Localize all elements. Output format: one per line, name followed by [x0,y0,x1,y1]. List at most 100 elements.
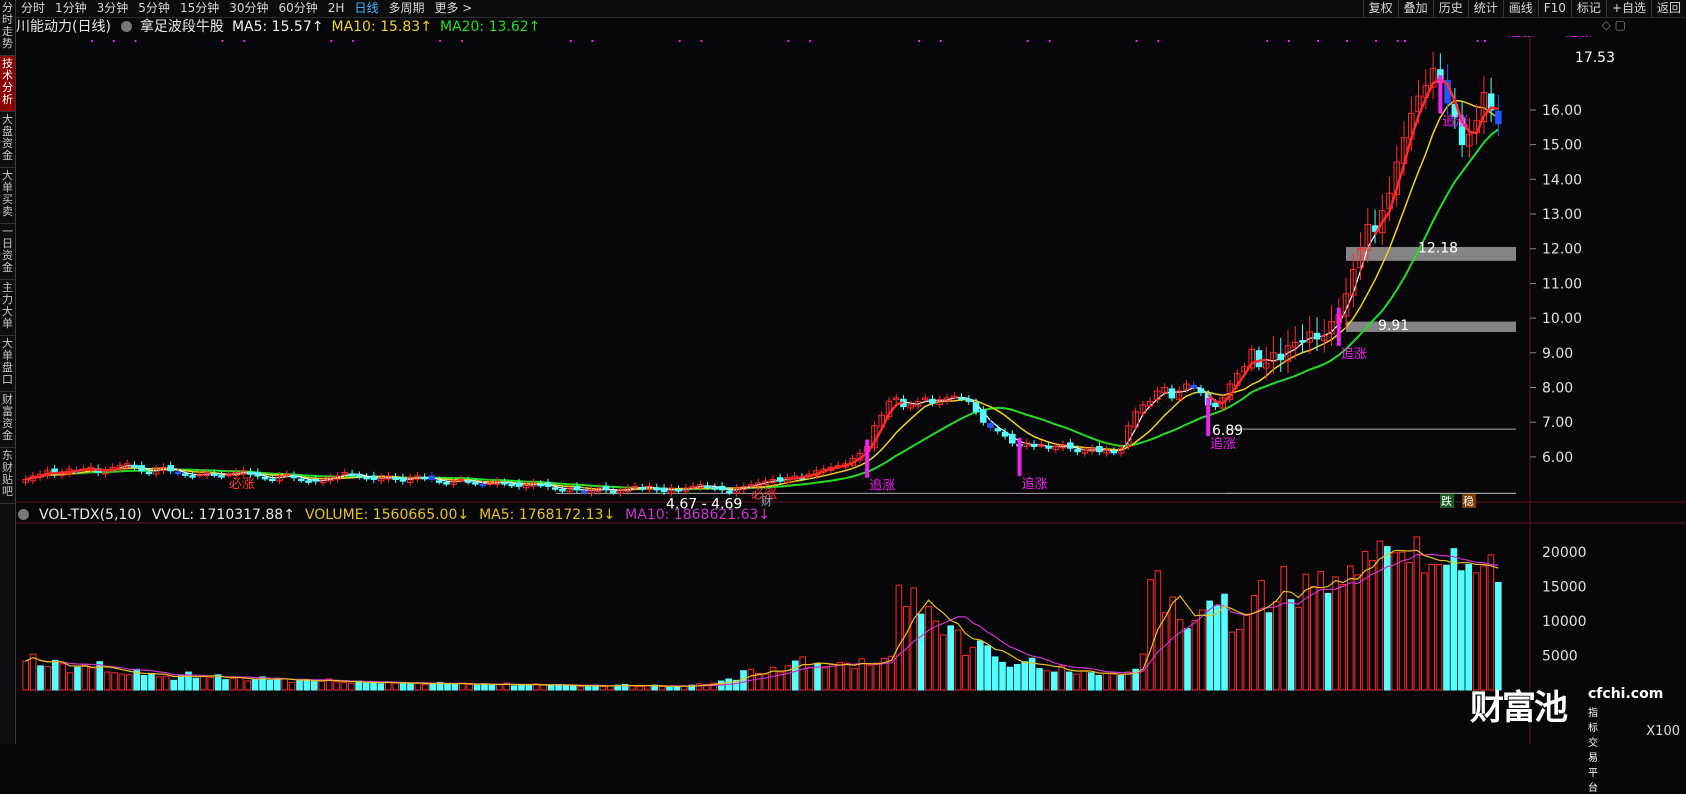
timeframe-10[interactable]: 更多 > [429,0,477,17]
volume-bar [939,634,947,691]
candle-body [602,485,610,491]
watermark-site: cfchi.com [1588,686,1664,702]
volume-bar [37,665,44,691]
volume-tick-label: 20000 [1542,545,1587,561]
candle-body [312,478,320,482]
timeframe-4[interactable]: 15分钟 [175,0,224,17]
price-tick-label: 13.00 [1542,207,1582,223]
timeframe-3[interactable]: 5分钟 [133,0,175,17]
sidebar-tab-7[interactable]: 财富资金 [0,392,15,448]
volume-bar [495,683,503,691]
signal-dot [1317,40,1319,42]
price-tick-label: 15.00 [1542,138,1582,154]
signal-dot [460,40,463,42]
sidebar-tab-6[interactable]: 大单盘口 [0,336,15,392]
volume-bar [1213,605,1221,691]
candle-body [1277,353,1284,361]
signal-dot [1396,40,1399,42]
price-tick-label: 12.00 [1542,242,1582,258]
volume-bar [333,681,340,691]
timeframe-9[interactable]: 多周期 [383,0,429,17]
volume-bar [799,656,807,691]
volume-bar [451,683,459,691]
signal-dot [1266,40,1269,42]
volume-bar [222,679,229,691]
candle-body [254,472,262,477]
signal-dot [1157,40,1160,42]
tool-1[interactable]: 叠加 [1397,0,1433,17]
price-tick-label: 7.00 [1542,415,1573,431]
volume-bar [29,653,37,691]
tool-4[interactable]: 画线 [1502,0,1538,17]
volume-bar [673,686,681,691]
signal-label: 追涨 [1566,36,1592,40]
timeframe-6[interactable]: 60分钟 [274,0,323,17]
tool-8[interactable]: 返回 [1650,0,1686,17]
volume-bar [895,584,903,691]
volume-bar [1021,661,1029,691]
sidebar-tab-2[interactable]: 大盘资金 [0,112,15,168]
volume-bar [429,683,437,691]
signal-label: 追涨 [1442,113,1468,129]
tool-0[interactable]: 复权 [1362,0,1398,17]
indicator-toggle-icon[interactable] [120,21,132,32]
tool-5[interactable]: F10 [1537,0,1571,17]
tool-2[interactable]: 历史 [1432,0,1468,17]
volume-bar [266,679,274,691]
volume-bar [347,682,355,691]
window-icon[interactable]: ▢ [1615,18,1626,32]
volume-bar [1250,595,1258,691]
sidebar-tab-0[interactable]: 分时走势 [0,0,15,56]
candle-body [472,482,479,485]
volume-bar [762,673,770,691]
tool-3[interactable]: 统计 [1467,0,1503,17]
candle-body [167,465,174,472]
timeframe-7[interactable]: 2H [323,0,350,17]
candle-body [980,409,987,423]
diamond-icon[interactable]: ◇ [1602,18,1611,32]
price-tick-label: 16.00 [1542,103,1582,119]
volume-bar [1073,673,1080,691]
timeframe-8[interactable]: 日线 [349,0,383,17]
signal-dot [809,40,812,42]
timeframe-2[interactable]: 3分钟 [92,0,134,17]
volume-bar [666,686,673,691]
volume-bar [192,677,200,691]
volume-bar [1095,675,1103,691]
volume-bar [636,686,644,691]
candle-body [479,483,486,487]
signal-label: 追涨 [869,478,895,494]
sidebar-tab-4[interactable]: 一日资金 [0,224,15,280]
signal-label: 追涨 [1508,36,1534,40]
candle-body [131,464,138,468]
volume-tick-label: 10000 [1542,614,1587,630]
price-volume-chart[interactable]: 6.00 7.00 8.00 9.00 10.00 11.00 12.00 13.00 14.0… [16,36,1686,744]
signal-dot [700,40,703,42]
volume-bar [1117,675,1125,691]
indicator-name[interactable]: 拿足波段牛股 [140,19,224,35]
candle-body [1495,110,1502,125]
sidebar-tab-1[interactable]: 技术分析 [0,56,15,112]
candle-body [610,490,617,494]
tool-6[interactable]: 标记 [1570,0,1606,17]
volume-unit-label: X100 [1646,724,1680,739]
signal-dot [678,40,681,42]
sidebar-tab-5[interactable]: 主力大单 [0,280,15,336]
candle-body [1067,442,1074,449]
volume-bar [340,681,348,691]
sidebar-tab-3[interactable]: 大单买卖 [0,168,15,224]
sidebar-tab-8[interactable]: 东财贴吧 [0,448,15,504]
candle-body [1045,445,1052,449]
timeframe-5[interactable]: 30分钟 [224,0,273,17]
volume-bar [466,683,474,691]
tool-7[interactable]: +自选 [1605,0,1651,17]
volume-bar [244,680,252,691]
volume-bar [1184,628,1191,691]
volume-bar [1265,612,1273,691]
chart-header: 川能动力(日线) 拿足波段牛股 MA5: 15.57↑ MA10: 15.83↑ MA2… [16,18,548,36]
timeframe-0[interactable]: 分时 [16,0,50,17]
volume-bar [740,670,747,691]
timeframe-1[interactable]: 1分钟 [50,0,92,17]
volume-bar [1235,628,1243,691]
price-tick-label: 10.00 [1542,311,1582,327]
